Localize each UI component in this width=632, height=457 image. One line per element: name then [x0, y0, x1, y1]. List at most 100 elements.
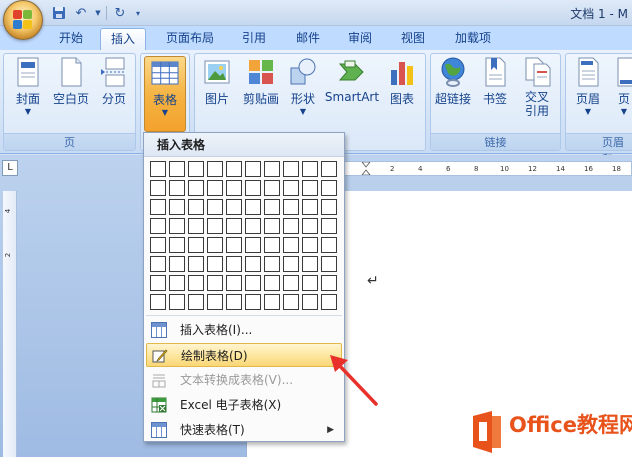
grid-cell[interactable]: [207, 161, 223, 177]
grid-cell[interactable]: [169, 294, 185, 310]
grid-cell[interactable]: [169, 218, 185, 234]
grid-cell[interactable]: [188, 294, 204, 310]
save-icon[interactable]: [50, 4, 68, 22]
tab-mailings[interactable]: 邮件: [288, 28, 328, 50]
table-button[interactable]: 表格 ▼: [144, 56, 186, 132]
grid-cell[interactable]: [207, 294, 223, 310]
grid-cell[interactable]: [150, 256, 166, 272]
grid-cell[interactable]: [283, 294, 299, 310]
customize-qat-icon[interactable]: ▾: [133, 4, 143, 22]
grid-cell[interactable]: [321, 199, 337, 215]
grid-cell[interactable]: [150, 218, 166, 234]
grid-cell[interactable]: [245, 275, 261, 291]
clipart-button[interactable]: 剪贴画: [239, 56, 283, 107]
grid-cell[interactable]: [264, 294, 280, 310]
chart-button[interactable]: 图表: [383, 56, 421, 107]
grid-cell[interactable]: [226, 199, 242, 215]
grid-cell[interactable]: [302, 199, 318, 215]
tab-view[interactable]: 视图: [393, 28, 433, 50]
bookmark-button[interactable]: 书签: [477, 56, 513, 107]
grid-cell[interactable]: [302, 161, 318, 177]
indent-marker-icon[interactable]: [361, 161, 371, 176]
grid-cell[interactable]: [226, 294, 242, 310]
grid-cell[interactable]: [264, 161, 280, 177]
grid-cell[interactable]: [321, 275, 337, 291]
grid-cell[interactable]: [264, 218, 280, 234]
grid-cell[interactable]: [321, 294, 337, 310]
office-button[interactable]: [3, 0, 43, 40]
tab-references[interactable]: 引用: [234, 28, 274, 50]
grid-cell[interactable]: [169, 161, 185, 177]
cover-page-button[interactable]: 封面 ▼: [8, 56, 48, 117]
grid-cell[interactable]: [302, 294, 318, 310]
grid-cell[interactable]: [283, 237, 299, 253]
grid-cell[interactable]: [283, 180, 299, 196]
grid-cell[interactable]: [207, 199, 223, 215]
grid-cell[interactable]: [245, 294, 261, 310]
picture-button[interactable]: 图片: [199, 56, 235, 107]
grid-cell[interactable]: [264, 275, 280, 291]
grid-cell[interactable]: [283, 199, 299, 215]
grid-cell[interactable]: [226, 180, 242, 196]
grid-cell[interactable]: [188, 275, 204, 291]
grid-cell[interactable]: [302, 256, 318, 272]
menu-item-excel-spreadsheet[interactable]: Excel 电子表格(X): [146, 393, 342, 417]
grid-cell[interactable]: [245, 237, 261, 253]
grid-cell[interactable]: [283, 275, 299, 291]
grid-cell[interactable]: [226, 256, 242, 272]
grid-cell[interactable]: [188, 218, 204, 234]
grid-cell[interactable]: [245, 199, 261, 215]
smartart-button[interactable]: SmartArt: [323, 56, 381, 104]
shapes-button[interactable]: 形状 ▼: [285, 56, 321, 117]
grid-cell[interactable]: [302, 180, 318, 196]
redo-icon[interactable]: ↻: [111, 4, 129, 22]
grid-cell[interactable]: [302, 275, 318, 291]
grid-cell[interactable]: [169, 237, 185, 253]
grid-cell[interactable]: [188, 161, 204, 177]
grid-cell[interactable]: [245, 161, 261, 177]
grid-cell[interactable]: [207, 180, 223, 196]
grid-cell[interactable]: [245, 256, 261, 272]
tab-addins[interactable]: 加载项: [445, 28, 501, 50]
grid-cell[interactable]: [321, 180, 337, 196]
footer-button[interactable]: 页 ▼: [612, 56, 632, 117]
grid-cell[interactable]: [150, 294, 166, 310]
grid-cell[interactable]: [264, 237, 280, 253]
grid-cell[interactable]: [188, 199, 204, 215]
vertical-ruler[interactable]: 4 2: [3, 191, 17, 457]
tab-page-layout[interactable]: 页面布局: [158, 28, 222, 50]
grid-cell[interactable]: [226, 275, 242, 291]
grid-cell[interactable]: [245, 218, 261, 234]
grid-cell[interactable]: [207, 218, 223, 234]
undo-dropdown-icon[interactable]: ▼: [94, 4, 102, 22]
grid-cell[interactable]: [150, 199, 166, 215]
grid-cell[interactable]: [321, 218, 337, 234]
grid-cell[interactable]: [321, 161, 337, 177]
page-break-button[interactable]: 分页: [94, 56, 134, 107]
cross-reference-button[interactable]: 交叉 引用: [517, 56, 557, 118]
horizontal-ruler[interactable]: 2 4 6 8 10 12 14 16 18: [343, 161, 632, 176]
menu-item-insert-table[interactable]: 插入表格(I)...: [146, 318, 342, 342]
menu-item-draw-table[interactable]: 绘制表格(D): [146, 343, 342, 367]
grid-cell[interactable]: [150, 237, 166, 253]
grid-cell[interactable]: [283, 218, 299, 234]
grid-cell[interactable]: [302, 218, 318, 234]
undo-icon[interactable]: ↶: [72, 4, 90, 22]
grid-cell[interactable]: [302, 237, 318, 253]
grid-cell[interactable]: [188, 237, 204, 253]
grid-cell[interactable]: [283, 161, 299, 177]
grid-cell[interactable]: [321, 256, 337, 272]
grid-cell[interactable]: [169, 256, 185, 272]
grid-cell[interactable]: [264, 199, 280, 215]
grid-cell[interactable]: [188, 180, 204, 196]
tab-insert[interactable]: 插入: [100, 28, 146, 50]
grid-cell[interactable]: [207, 256, 223, 272]
grid-cell[interactable]: [264, 180, 280, 196]
grid-cell[interactable]: [150, 180, 166, 196]
grid-cell[interactable]: [169, 275, 185, 291]
grid-cell[interactable]: [226, 218, 242, 234]
grid-cell[interactable]: [150, 161, 166, 177]
grid-cell[interactable]: [226, 161, 242, 177]
grid-cell[interactable]: [226, 237, 242, 253]
tab-review[interactable]: 审阅: [340, 28, 380, 50]
